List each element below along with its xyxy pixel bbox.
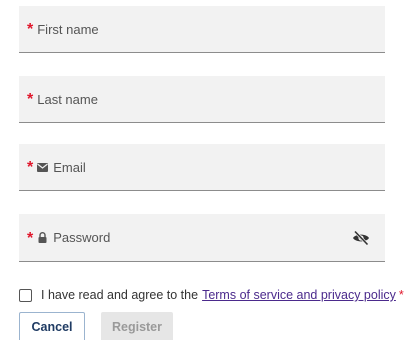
last-name-label-text: Last name	[37, 91, 98, 107]
required-marker: *	[27, 159, 34, 176]
first-name-label-text: First name	[37, 21, 99, 37]
required-marker: *	[27, 21, 34, 38]
password-label-text: Password	[53, 230, 111, 245]
last-name-field[interactable]: * Last name	[19, 76, 385, 123]
registration-form: * First name * Last name * Email * Passw…	[0, 0, 406, 340]
register-button[interactable]: Register	[101, 312, 173, 340]
terms-agreement: I have read and agree to the Terms of se…	[19, 288, 404, 302]
last-name-label: * Last name	[27, 91, 98, 108]
terms-link[interactable]: Terms of service and privacy policy	[202, 288, 396, 302]
terms-checkbox[interactable]	[19, 288, 32, 302]
cancel-button[interactable]: Cancel	[19, 312, 85, 340]
email-label-text: Email	[53, 159, 86, 175]
eye-slash-icon[interactable]	[351, 229, 371, 247]
first-name-label: * First name	[27, 21, 99, 38]
email-field[interactable]: * Email	[19, 144, 385, 191]
lock-icon	[37, 232, 48, 243]
password-label: * Password	[27, 230, 110, 246]
first-name-field[interactable]: * First name	[19, 6, 385, 53]
password-field[interactable]: * Password	[19, 214, 385, 262]
required-marker: *	[27, 229, 34, 247]
email-label: * Email	[27, 159, 86, 176]
required-marker: *	[398, 288, 404, 302]
required-marker: *	[27, 91, 34, 108]
terms-agreement-text: I have read and agree to the	[41, 288, 199, 302]
envelope-icon	[37, 162, 49, 173]
